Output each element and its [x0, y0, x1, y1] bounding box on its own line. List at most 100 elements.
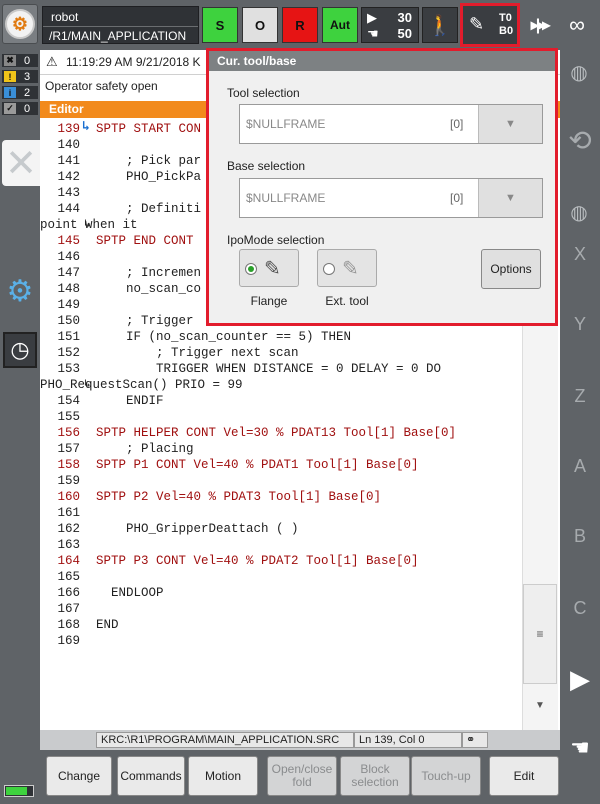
jog-override: 50: [397, 26, 412, 41]
jog-axis-y[interactable]: Y: [560, 314, 600, 335]
clock-icon[interactable]: ◷: [3, 332, 37, 368]
scroll-thumb[interactable]: ≡: [523, 584, 557, 684]
code-line[interactable]: 165: [40, 569, 520, 585]
globe-icon[interactable]: ◍: [566, 200, 592, 226]
cursor-position: Ln 139, Col 0: [354, 732, 462, 748]
chevron-down-icon[interactable]: ▼: [478, 179, 542, 217]
message-counter[interactable]: i2: [2, 86, 38, 99]
tool-select[interactable]: $NULLFRAME [0] ▼: [239, 104, 543, 144]
message-count: 0: [24, 102, 31, 115]
status-gear-icon[interactable]: ⚙: [3, 274, 37, 308]
ext-tool-radio[interactable]: [323, 263, 335, 275]
message-counter[interactable]: ! 3: [2, 70, 38, 83]
line-code: ; Definiti: [96, 202, 202, 216]
code-line[interactable]: 167: [40, 601, 520, 617]
rotation-jog-icon[interactable]: ⟲: [562, 92, 598, 188]
code-line[interactable]: 152 ; Trigger next scan: [40, 345, 520, 361]
code-line[interactable]: 169: [40, 633, 520, 649]
submit-interpreter-button[interactable]: S: [202, 7, 238, 43]
code-line[interactable]: 168 END: [40, 617, 520, 633]
jog-axis-x[interactable]: X: [560, 244, 600, 265]
flange-label: Flange: [250, 294, 288, 308]
tool-selection-label: Tool selection: [227, 86, 300, 100]
code-line[interactable]: 160 SPTP P2 Vel=40 % PDAT3 Tool[1] Base[0…: [40, 489, 520, 505]
line-number: 164: [57, 554, 80, 568]
code-line[interactable]: 164 SPTP P3 CONT Vel=40 % PDAT2 Tool[1] B…: [40, 553, 520, 569]
softkey-block-selection[interactable]: Block selection: [340, 756, 410, 796]
message-counter[interactable]: ✖ 0: [2, 54, 38, 67]
tool-base-popup: Cur. tool/base Tool selection $NULLFRAME…: [206, 48, 558, 326]
ext-tool-option[interactable]: ✎: [317, 249, 377, 287]
softkey-motion[interactable]: Motion: [188, 756, 258, 796]
robot-navigator[interactable]: robot /R1/MAIN_APPLICATION: [42, 6, 199, 44]
tool-gripper-icon: ✎: [469, 14, 485, 34]
message-counter[interactable]: ✓ 0: [2, 102, 38, 115]
line-number: 165: [57, 570, 80, 584]
jog-axis-a[interactable]: A: [560, 456, 600, 477]
line-code: ENDLOOP: [96, 586, 164, 600]
ext-tool-gripper-icon: ✎: [342, 258, 359, 280]
softkey-change[interactable]: Change: [46, 756, 112, 796]
line-number: 167: [57, 602, 80, 616]
message-type-icon: !: [4, 71, 16, 82]
code-line[interactable]: ↳ PHO_RequestScan() PRIO = 99: [40, 377, 520, 393]
line-number: 140: [57, 138, 80, 152]
jog-axis-z[interactable]: Z: [560, 386, 600, 407]
close-editor-icon[interactable]: ✕: [2, 140, 40, 186]
line-code: PHO_GripperDeattach ( ): [96, 522, 299, 536]
base-select[interactable]: $NULLFRAME [0] ▼: [239, 178, 543, 218]
line-number: 148: [57, 282, 80, 296]
message-type-icon: i: [4, 87, 16, 98]
softkey-touch-up[interactable]: Touch-up: [411, 756, 481, 796]
scroll-down-icon[interactable]: ▼: [520, 700, 560, 711]
jog-axis-b[interactable]: B: [560, 526, 600, 547]
play-icon: ▶: [367, 10, 377, 25]
program-run-mode-icon[interactable]: ▸|▸▸: [522, 7, 556, 43]
code-line[interactable]: 154 ENDIF: [40, 393, 520, 409]
base-index: [0]: [450, 191, 464, 205]
softkey-open-close-fold[interactable]: Open/close fold: [267, 756, 337, 796]
start-play-icon[interactable]: ▶: [566, 664, 594, 694]
walk-person-icon[interactable]: 🚶: [422, 7, 458, 43]
tool-base-button[interactable]: ✎ T0 B0: [460, 3, 520, 47]
code-line[interactable]: 161: [40, 505, 520, 521]
code-line[interactable]: 158 SPTP P1 CONT Vel=40 % PDAT1 Tool[1] B…: [40, 457, 520, 473]
kuka-menu-button[interactable]: ⚙: [2, 4, 38, 44]
code-line[interactable]: 153 TRIGGER WHEN DISTANCE = 0 DELAY = 0 …: [40, 361, 520, 377]
softkey-commands[interactable]: Commands: [117, 756, 185, 796]
flange-option[interactable]: ✎: [239, 249, 299, 287]
line-number: 152: [57, 346, 80, 360]
line-number: 157: [57, 442, 80, 456]
code-line[interactable]: 156 SPTP HELPER CONT Vel=30 % PDAT13 Tool…: [40, 425, 520, 441]
code-line[interactable]: 155: [40, 409, 520, 425]
code-line[interactable]: 162 PHO_GripperDeattach ( ): [40, 521, 520, 537]
chevron-down-icon[interactable]: ▼: [478, 105, 542, 143]
line-number: 150: [57, 314, 80, 328]
jog-increment-button[interactable]: ∞: [558, 7, 596, 43]
globe-icon[interactable]: ◍: [566, 60, 592, 86]
line-number: 163: [57, 538, 80, 552]
jog-axis-c[interactable]: C: [560, 598, 600, 619]
options-button[interactable]: Options: [481, 249, 541, 289]
jog-hand-icon[interactable]: ☚: [566, 735, 594, 765]
code-line[interactable]: 151 IF (no_scan_counter == 5) THEN: [40, 329, 520, 345]
drives-button[interactable]: O: [242, 7, 278, 43]
code-line[interactable]: 159: [40, 473, 520, 489]
message-type-icon: ✖: [4, 55, 16, 66]
code-line[interactable]: 157 ; Placing: [40, 441, 520, 457]
line-number: 145: [57, 234, 80, 248]
line-number: 168: [57, 618, 80, 632]
operating-mode-button[interactable]: Aut: [322, 7, 358, 43]
flange-radio[interactable]: [245, 263, 257, 275]
message-count: 3: [24, 70, 31, 83]
softkey-edit[interactable]: Edit: [489, 756, 559, 796]
message-text: Operator safety open: [45, 79, 158, 93]
line-code: SPTP START CON: [96, 122, 202, 136]
robot-interpreter-button[interactable]: R: [282, 7, 318, 43]
code-line[interactable]: 166 ENDLOOP: [40, 585, 520, 601]
line-code: PHO_RequestScan() PRIO = 99: [40, 378, 243, 392]
override-button[interactable]: ▶ 30 ☚ 50: [361, 7, 419, 43]
code-line[interactable]: 163: [40, 537, 520, 553]
line-number: 153: [57, 362, 80, 376]
line-code: PHO_PickPa: [96, 170, 202, 184]
